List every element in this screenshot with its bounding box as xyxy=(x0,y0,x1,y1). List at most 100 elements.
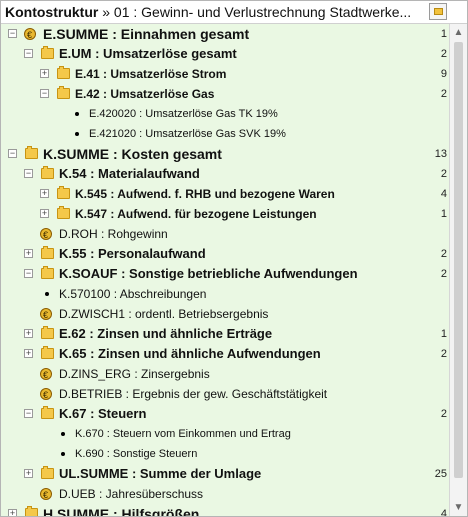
node-count: 25 xyxy=(434,468,447,480)
tree-node-e-41[interactable]: + E.41 : Umsatzerlöse Strom 9 xyxy=(1,64,449,84)
tree-node-label: E.41 : Umsatzerlöse Strom xyxy=(75,67,227,81)
folder-icon xyxy=(41,246,54,259)
tree-node-label: K.690 : Sonstige Steuern xyxy=(75,448,198,460)
tree-node-label: K.SUMME : Kosten gesamt xyxy=(43,146,222,162)
tree-node-label: E.SUMME : Einnahmen gesamt xyxy=(43,26,250,42)
tree-node-d-zins-erg[interactable]: D.ZINS_ERG : Zinsergebnis xyxy=(1,364,449,385)
node-count: 1 xyxy=(440,328,447,340)
bullet-icon xyxy=(75,132,79,136)
folder-icon xyxy=(41,166,54,179)
tree-node-h-summe[interactable]: + H.SUMME : Hilfsgrößen 4 xyxy=(1,504,449,516)
collapse-icon[interactable]: − xyxy=(24,409,33,418)
tree-node-label: D.ZINS_ERG : Zinsergebnis xyxy=(59,367,210,381)
tree-node-label: K.67 : Steuern xyxy=(59,406,147,421)
tree-node-d-zwisch1[interactable]: D.ZWISCH1 : ordentl. Betriebsergebnis xyxy=(1,304,449,325)
expand-icon[interactable]: + xyxy=(8,509,17,516)
collapse-icon[interactable]: − xyxy=(24,269,33,278)
tree-node-label: K.55 : Personalaufwand xyxy=(59,246,206,261)
node-count: 1 xyxy=(440,28,447,40)
panel-title: Kontostruktur xyxy=(5,4,99,20)
collapse-icon[interactable]: − xyxy=(8,149,17,158)
node-count: 4 xyxy=(440,508,447,516)
bullet-icon xyxy=(45,292,49,296)
collapse-icon[interactable]: − xyxy=(8,29,17,38)
node-count: 13 xyxy=(434,148,447,160)
tree-leaf-k-570100[interactable]: K.570100 : Abschreibungen xyxy=(1,284,449,304)
folder-icon xyxy=(25,506,38,516)
expand-icon[interactable]: + xyxy=(24,349,33,358)
euro-coin-icon xyxy=(40,305,52,325)
tree-node-label: K.545 : Aufwend. f. RHB und bezogene War… xyxy=(75,187,335,201)
breadcrumb-separator: » xyxy=(98,4,114,20)
account-tree: − E.SUMME : Einnahmen gesamt 1 − E.UM : … xyxy=(1,24,449,516)
node-count: 2 xyxy=(440,408,447,420)
tree-leaf-k-670[interactable]: K.670 : Steuern vom Einkommen und Ertrag xyxy=(1,424,449,444)
tree-node-k-soauf[interactable]: − K.SOAUF : Sonstige betriebliche Aufwen… xyxy=(1,264,449,284)
tree-leaf-e-421020[interactable]: E.421020 : Umsatzerlöse Gas SVK 19% xyxy=(1,124,449,144)
folder-icon xyxy=(57,206,70,219)
kontostruktur-panel: Kontostruktur » 01 : Gewinn- und Verlust… xyxy=(0,0,468,517)
tree-node-k-67[interactable]: − K.67 : Steuern 2 xyxy=(1,404,449,424)
euro-coin-icon xyxy=(24,25,36,45)
folder-icon xyxy=(57,66,70,79)
folder-icon xyxy=(57,86,70,99)
folder-icon xyxy=(57,186,70,199)
tree-node-k-65[interactable]: + K.65 : Zinsen und ähnliche Aufwendunge… xyxy=(1,344,449,364)
tree-node-label: E.62 : Zinsen und ähnliche Erträge xyxy=(59,326,273,341)
expand-icon[interactable]: + xyxy=(40,69,49,78)
tree-node-label: K.54 : Materialaufwand xyxy=(59,166,200,181)
tree-node-e-um[interactable]: − E.UM : Umsatzerlöse gesamt 2 xyxy=(1,44,449,64)
folder-icon xyxy=(41,466,54,479)
folder-icon xyxy=(25,146,38,159)
node-count: 2 xyxy=(440,268,447,280)
bullet-icon xyxy=(61,452,65,456)
node-count: 4 xyxy=(440,188,447,200)
scroll-up-icon[interactable]: ▲ xyxy=(450,24,467,41)
tree-node-k-547[interactable]: + K.547 : Aufwend. für bezogene Leistung… xyxy=(1,204,449,224)
tree-node-ul-summe[interactable]: + UL.SUMME : Summe der Umlage 25 xyxy=(1,464,449,484)
tree-node-e-42[interactable]: − E.42 : Umsatzerlöse Gas 2 xyxy=(1,84,449,104)
tree-node-label: K.65 : Zinsen und ähnliche Aufwendungen xyxy=(59,346,321,361)
tree-node-label: K.570100 : Abschreibungen xyxy=(59,287,207,301)
folder-icon xyxy=(41,326,54,339)
tree-node-label: E.420020 : Umsatzerlöse Gas TK 19% xyxy=(89,108,278,120)
euro-coin-icon xyxy=(40,225,52,245)
collapse-icon[interactable]: − xyxy=(24,169,33,178)
node-count: 2 xyxy=(440,248,447,260)
tree-node-d-ueb[interactable]: D.UEB : Jahresüberschuss xyxy=(1,484,449,505)
scroll-down-icon[interactable]: ▼ xyxy=(450,499,467,516)
node-count: 1 xyxy=(440,208,447,220)
euro-coin-icon xyxy=(40,365,52,385)
tree-node-label: E.42 : Umsatzerlöse Gas xyxy=(75,87,215,101)
collapse-icon[interactable]: − xyxy=(40,89,49,98)
tree-node-d-betrieb[interactable]: D.BETRIEB : Ergebnis der gew. Geschäftst… xyxy=(1,384,449,405)
node-count: 2 xyxy=(440,48,447,60)
tree-node-label: H.SUMME : Hilfsgrößen xyxy=(43,506,200,516)
tree-node-k-summe[interactable]: − K.SUMME : Kosten gesamt 13 xyxy=(1,144,449,164)
node-count: 2 xyxy=(440,168,447,180)
folder-icon xyxy=(41,406,54,419)
collapse-icon[interactable]: − xyxy=(24,49,33,58)
tree-node-label: K.SOAUF : Sonstige betriebliche Aufwendu… xyxy=(59,266,358,281)
tree-node-e-summe[interactable]: − E.SUMME : Einnahmen gesamt 1 xyxy=(1,24,449,45)
tree-node-d-roh[interactable]: D.ROH : Rohgewinn xyxy=(1,224,449,245)
tree-node-label: D.ZWISCH1 : ordentl. Betriebsergebnis xyxy=(59,307,269,321)
vertical-scrollbar[interactable]: ▲ ▼ xyxy=(449,24,467,516)
expand-icon[interactable]: + xyxy=(24,329,33,338)
tree-leaf-k-690[interactable]: K.690 : Sonstige Steuern xyxy=(1,444,449,464)
bullet-icon xyxy=(61,432,65,436)
expand-icon[interactable]: + xyxy=(40,209,49,218)
breadcrumb-path: 01 : Gewinn- und Verlustrechnung Stadtwe… xyxy=(113,4,412,20)
tree-node-label: D.BETRIEB : Ergebnis der gew. Geschäftst… xyxy=(59,387,328,401)
tree-node-e-62[interactable]: + E.62 : Zinsen und ähnliche Erträge 1 xyxy=(1,324,449,344)
tree-node-k-55[interactable]: + K.55 : Personalaufwand 2 xyxy=(1,244,449,264)
expand-icon[interactable]: + xyxy=(40,189,49,198)
expand-icon[interactable]: + xyxy=(24,469,33,478)
tree-leaf-e-420020[interactable]: E.420020 : Umsatzerlöse Gas TK 19% xyxy=(1,104,449,124)
scrollbar-thumb[interactable] xyxy=(454,42,463,478)
tree-node-k-54[interactable]: − K.54 : Materialaufwand 2 xyxy=(1,164,449,184)
expand-icon[interactable]: + xyxy=(24,249,33,258)
node-count: 2 xyxy=(440,348,447,360)
tree-node-k-545[interactable]: + K.545 : Aufwend. f. RHB und bezogene W… xyxy=(1,184,449,204)
tree-node-label: K.670 : Steuern vom Einkommen und Ertrag xyxy=(75,428,291,440)
